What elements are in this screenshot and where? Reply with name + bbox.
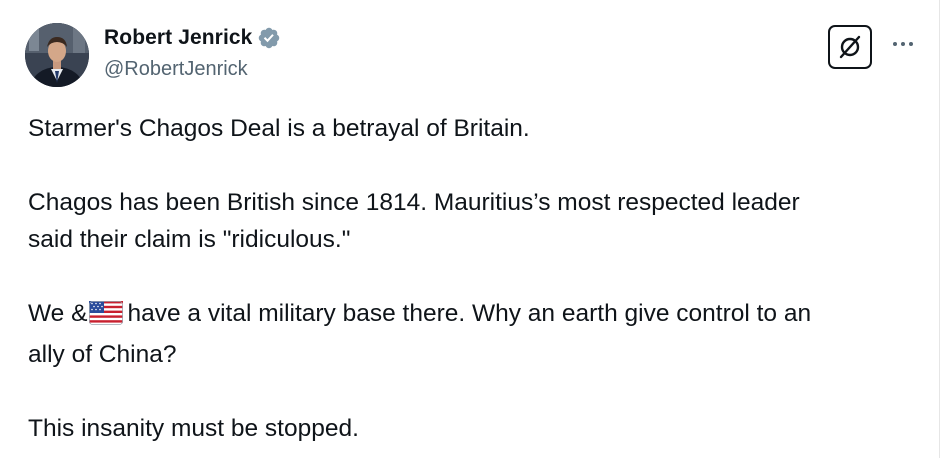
author-avatar[interactable]: [25, 23, 89, 87]
author-display-name[interactable]: Robert Jenrick: [104, 26, 252, 50]
tweet-line: said their claim is "ridiculous.": [28, 226, 351, 253]
more-dots-icon: [893, 42, 897, 46]
more-options-button[interactable]: [888, 32, 918, 56]
grok-slash-circle-icon: [839, 35, 861, 59]
tweet-text-segment: We &: [28, 300, 88, 327]
tweet-line: Starmer's Chagos Deal is a betrayal of B…: [28, 115, 530, 142]
more-dots-icon: [909, 42, 913, 46]
tweet-card: Robert Jenrick @RobertJenrick Starmer's …: [0, 0, 940, 458]
verified-badge-icon[interactable]: [257, 26, 281, 50]
more-dots-icon: [901, 42, 905, 46]
tweet-line: Chagos has been British since 1814. Maur…: [28, 189, 800, 216]
tweet-text-segment: have a vital military base there. Why an…: [127, 300, 812, 327]
tweet-text: Starmer's Chagos Deal is a betrayal of B…: [28, 110, 918, 447]
tweet-line: This insanity must be stopped.: [28, 415, 359, 442]
author-handle[interactable]: @RobertJenrick: [104, 58, 248, 81]
tweet-paragraph: We & have a vital military base there. W…: [28, 295, 918, 336]
grok-button[interactable]: [828, 25, 872, 69]
tweet-line: ally of China?: [28, 341, 177, 368]
author-name-row: Robert Jenrick: [104, 26, 281, 50]
avatar-photo: [25, 23, 89, 87]
us-flag-icon: [89, 299, 124, 336]
